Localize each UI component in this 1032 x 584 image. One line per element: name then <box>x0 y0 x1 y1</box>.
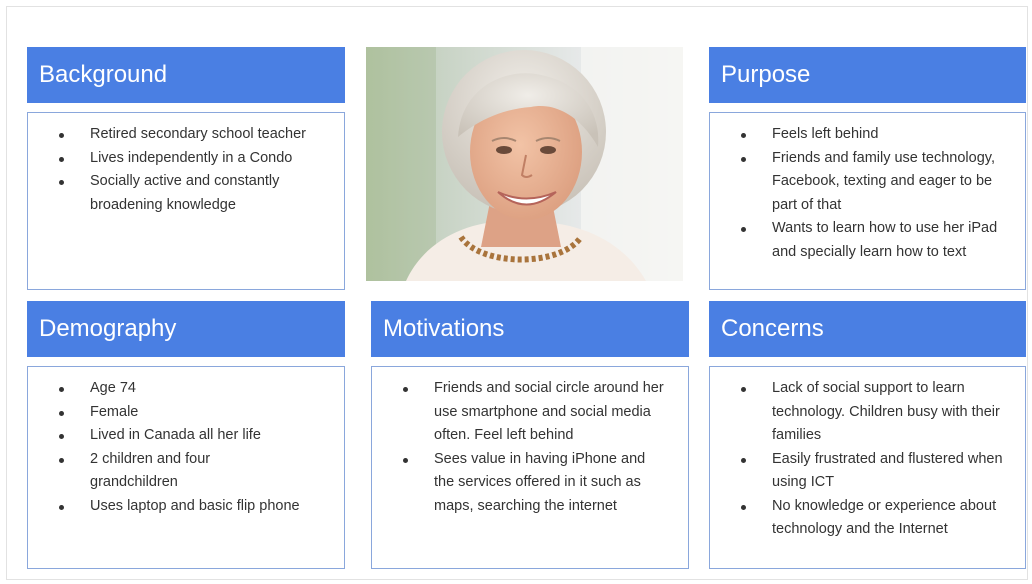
persona-photo-image <box>366 47 683 281</box>
background-box: Retired secondary school teacher Lives i… <box>27 112 345 290</box>
concerns-box: Lack of social support to learn technolo… <box>709 366 1026 569</box>
list-item: Uses laptop and basic flip phone <box>28 495 344 519</box>
list-item: Lack of social support to learn technolo… <box>710 377 1025 448</box>
list-item: Lived in Canada all her life <box>28 424 344 448</box>
background-list: Retired secondary school teacher Lives i… <box>28 123 344 217</box>
list-item: Socially active and constantly broadenin… <box>28 170 344 217</box>
purpose-header: Purpose <box>709 47 1026 103</box>
concerns-list: Lack of social support to learn technolo… <box>710 377 1025 542</box>
purpose-list: Feels left behind Friends and family use… <box>710 123 1025 264</box>
list-item: Feels left behind <box>710 123 1025 147</box>
list-item: Friends and family use technology, Faceb… <box>710 147 1025 218</box>
list-item: Lives independently in a Condo <box>28 147 344 171</box>
background-header: Background <box>27 47 345 103</box>
motivations-header: Motivations <box>371 301 689 357</box>
concerns-header: Concerns <box>709 301 1026 357</box>
list-item: Easily frustrated and flustered when usi… <box>710 448 1025 495</box>
demography-header: Demography <box>27 301 345 357</box>
list-item: Retired secondary school teacher <box>28 123 344 147</box>
motivations-box: Friends and social circle around her use… <box>371 366 689 569</box>
list-item: Female <box>28 401 344 425</box>
demography-box: Age 74 Female Lived in Canada all her li… <box>27 366 345 569</box>
demography-list: Age 74 Female Lived in Canada all her li… <box>28 377 344 518</box>
list-item: 2 children and four grandchildren <box>28 448 344 495</box>
list-item: Wants to learn how to use her iPad and s… <box>710 217 1025 264</box>
list-item: Friends and social circle around her use… <box>372 377 688 448</box>
list-item: No knowledge or experience about technol… <box>710 495 1025 542</box>
persona-photo <box>366 47 683 281</box>
list-item: Age 74 <box>28 377 344 401</box>
list-item: Sees value in having iPhone and the serv… <box>372 448 688 519</box>
motivations-list: Friends and social circle around her use… <box>372 377 688 518</box>
purpose-box: Feels left behind Friends and family use… <box>709 112 1026 290</box>
